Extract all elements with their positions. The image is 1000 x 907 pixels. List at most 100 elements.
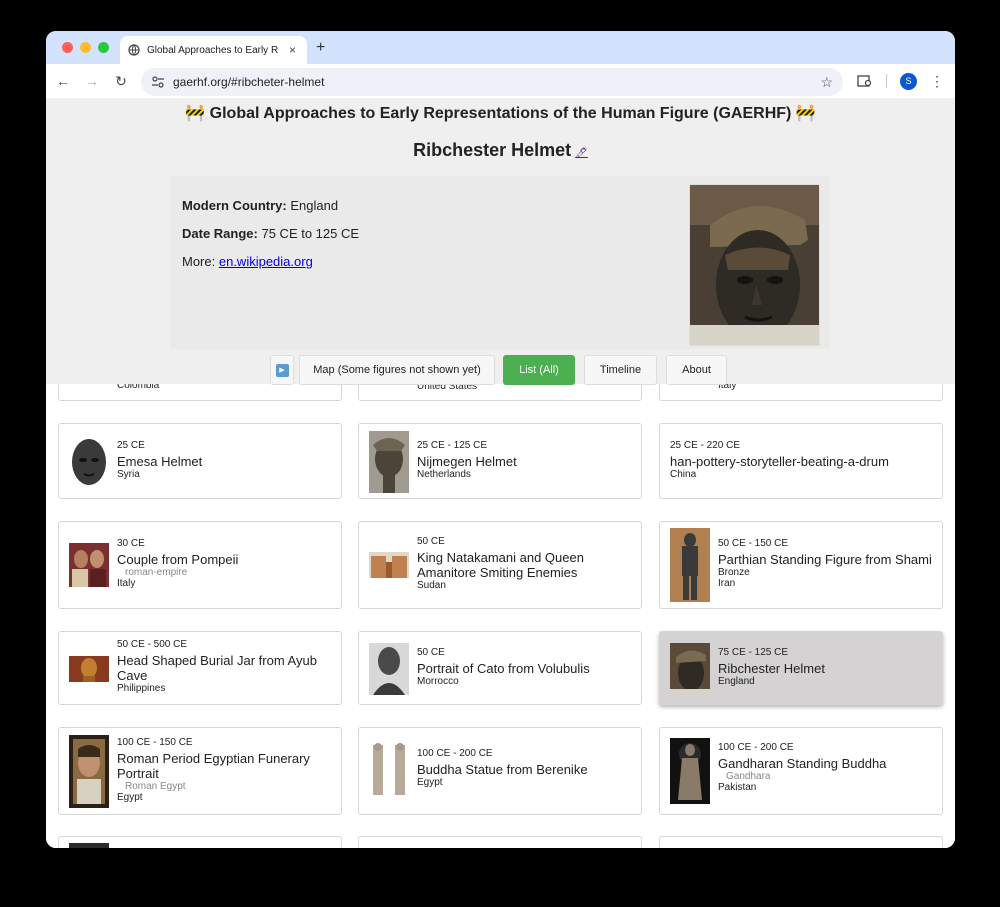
new-tab-button[interactable]: + [316,39,325,57]
site-title: 🚧 Global Approaches to Early Representat… [185,105,816,122]
figure-thumbnail [670,643,710,695]
list-item[interactable]: 100 CE - 150 CE Roman Period Egyptian Fu… [58,727,342,815]
figure-thumbnail [69,436,109,488]
date-row: Date Range: 75 CE to 125 CE [182,226,359,241]
country-row: Modern Country: England [182,198,338,213]
maximize-window-button[interactable] [98,42,109,53]
card-country: England [718,676,755,687]
card-country: Iran [718,578,736,589]
close-window-button[interactable] [62,42,73,53]
figure-image [689,184,820,346]
browser-tab[interactable]: Global Approaches to Early R × [120,36,307,64]
card-country: Syria [117,469,140,480]
card-date: 100 CE - 200 CE [417,748,493,759]
reload-icon[interactable]: ↻ [113,73,129,89]
more-label: More: [182,254,216,269]
bookmark-star-icon[interactable]: ☆ [820,74,833,91]
list-item[interactable]: 50 CE - 500 CE Head Shaped Burial Jar fr… [58,631,342,705]
figure-thumbnail [69,843,109,848]
card-country: China [670,469,697,480]
figure-info-box: Modern Country: England Date Range: 75 C… [170,176,830,349]
back-icon[interactable]: ← [55,73,71,89]
address-bar[interactable]: gaerhf.org/#ribcheter-helmet ☆ [141,68,843,96]
card-date: 50 CE - 500 CE [117,639,188,650]
browser-toolbar: ← → ↻ gaerhf.org/#ribcheter-helmet ☆ S ⋮ [46,64,955,98]
card-title: Parthian Standing Figure from Shami [718,552,932,567]
card-country: Morrocco [417,676,459,687]
tab-search-icon[interactable] [857,74,873,88]
card-material: Bronze [718,567,750,578]
card-date: 50 CE - 150 CE [718,538,789,549]
list-item[interactable] [58,836,342,848]
tab-strip: Global Approaches to Early R × + [46,31,955,64]
edit-icon[interactable]: 🖊 [575,148,588,159]
card-title: King Natakamani and Queen Amanitore Smit… [417,550,584,580]
card-date: 25 CE - 125 CE [417,440,488,451]
country-value: England [290,198,339,213]
list-item[interactable]: 25 CE Emesa Helmet Syria [58,423,342,499]
play-icon: ▶ [275,363,289,377]
card-country: Sudan [417,580,446,591]
list-item[interactable] [659,836,943,848]
date-value: 75 CE to 125 CE [261,226,360,241]
figure-thumbnail [69,543,109,587]
list-item[interactable]: 100 CE - 200 CE Buddha Statue from Beren… [358,727,642,815]
figure-thumbnail [369,643,409,695]
figure-title-text: Ribchester Helmet [413,140,572,160]
figure-thumbnail [369,431,409,493]
browser-window: Global Approaches to Early R × + ← → ↻ g… [46,31,955,848]
menu-kebab-icon[interactable]: ⋮ [929,73,945,89]
card-date: 25 CE [117,440,145,451]
card-title: Nijmegen Helmet [417,454,517,469]
figure-thumbnail [670,528,710,602]
close-tab-icon[interactable]: × [289,44,299,56]
list-item-selected[interactable]: 75 CE - 125 CE Ribchester Helmet England [659,631,943,705]
card-country: Pakistan [718,782,757,793]
minimize-window-button[interactable] [80,42,91,53]
card-date: 30 CE [117,538,145,549]
card-subcategory: Roman Egypt [125,781,186,792]
list-item[interactable]: 100 CE - 200 CE Gandharan Standing Buddh… [659,727,943,815]
card-title: han-pottery-storyteller-beating-a-drum [670,454,889,469]
figure-thumbnail [69,656,109,682]
card-title: Buddha Statue from Berenike [417,762,588,777]
date-label: Date Range: [182,226,258,241]
view-button-bar: ▶ Map (Some figures not shown yet) List … [46,352,955,385]
card-title: Emesa Helmet [117,454,203,469]
card-title: Head Shaped Burial Jar from Ayub Cave [117,653,317,683]
card-country: Egypt [417,777,443,788]
card-subcategory: roman-empire [125,567,188,578]
profile-avatar[interactable]: S [900,73,917,90]
card-date: 50 CE [417,536,445,547]
card-title: Gandharan Standing Buddha [718,756,887,771]
wikipedia-link[interactable]: en.wikipedia.org [219,254,313,269]
country-label: Modern Country: [182,198,287,213]
figure-thumbnail [369,741,409,799]
list-item[interactable]: 50 CE King Natakamani and Queen Amanitor… [358,521,642,609]
map-button[interactable]: Map (Some figures not shown yet) [299,355,495,385]
timeline-button[interactable]: Timeline [584,355,657,385]
globe-icon [128,44,140,56]
card-date: 100 CE - 200 CE [718,742,794,753]
list-item[interactable] [358,836,642,848]
play-button[interactable]: ▶ [270,355,294,385]
about-button[interactable]: About [666,355,727,385]
card-date: 100 CE - 150 CE [117,737,193,748]
list-item[interactable]: 30 CE Couple from Pompeii roman-empire I… [58,521,342,609]
card-title: Couple from Pompeii [117,552,239,567]
site-info-icon[interactable] [151,75,165,89]
list-item[interactable]: 50 CE Portrait of Cato from Volubulis Mo… [358,631,642,705]
forward-icon[interactable]: → [84,73,100,89]
card-country: Italy [117,578,136,589]
card-country: Philippines [117,683,166,694]
list-item[interactable]: 25 CE - 125 CE Nijmegen Helmet Netherlan… [358,423,642,499]
card-subcategory: Gandhara [726,771,771,782]
card-title: Ribchester Helmet [718,661,825,676]
list-button[interactable]: List (All) [503,355,575,385]
page-content: Colombia United States Italy 🚧 Global Ap… [46,98,955,848]
list-item[interactable]: 50 CE - 150 CE Parthian Standing Figure … [659,521,943,609]
figure-title: Ribchester Helmet 🖊 [46,140,955,161]
url-text: gaerhf.org/#ribcheter-helmet [173,75,325,89]
list-item[interactable]: 25 CE - 220 CE han-pottery-storyteller-b… [659,423,943,499]
figure-thumbnail [369,552,409,578]
